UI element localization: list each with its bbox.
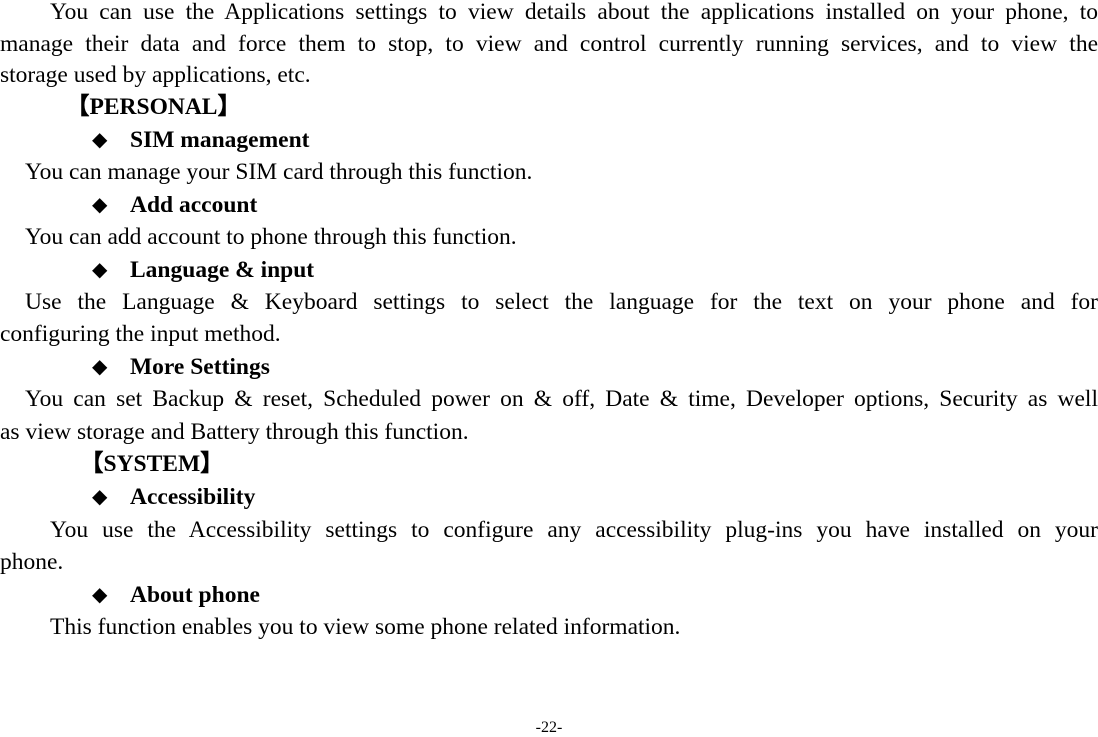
item-title-about-phone: About phone [130,582,260,608]
item-desc-accessibility-line-1: You use the Accessibility settings to co… [50,517,1098,543]
item-desc-accessibility-line-2: phone. [0,549,64,575]
diamond-bullet-icon: ◆ [92,259,108,281]
intro-line-2: manage their data and force them to stop… [0,31,1098,57]
item-title-accessibility: Accessibility [130,484,256,510]
section-heading-personal: 【PERSONAL】 [66,94,241,120]
item-title-more-settings: More Settings [130,354,270,380]
item-desc-more-settings-line-2: as view storage and Battery through this… [0,419,469,445]
item-desc-add-account: You can add account to phone through thi… [25,224,517,250]
diamond-bullet-icon: ◆ [92,129,108,151]
item-title-sim-management: SIM management [130,127,310,153]
page-number: -22- [535,719,563,736]
item-desc-language-input-line-1: Use the Language & Keyboard settings to … [25,289,1098,315]
diamond-bullet-icon: ◆ [92,486,108,508]
item-title-language-input: Language & input [130,257,315,283]
diamond-bullet-icon: ◆ [92,356,108,378]
diamond-bullet-icon: ◆ [92,194,108,216]
item-title-add-account: Add account [130,192,258,218]
intro-line-1: You can use the Applications settings to… [50,0,1098,25]
section-heading-system: 【SYSTEM】 [80,451,224,477]
diamond-bullet-icon: ◆ [92,584,108,606]
item-desc-language-input-line-2: configuring the input method. [0,321,281,347]
item-desc-about-phone: This function enables you to view some p… [50,614,681,640]
item-desc-more-settings-line-1: You can set Backup & reset, Scheduled po… [25,386,1098,412]
item-desc-sim-management: You can manage your SIM card through thi… [25,159,533,185]
intro-line-3: storage used by applications, etc. [0,62,311,88]
